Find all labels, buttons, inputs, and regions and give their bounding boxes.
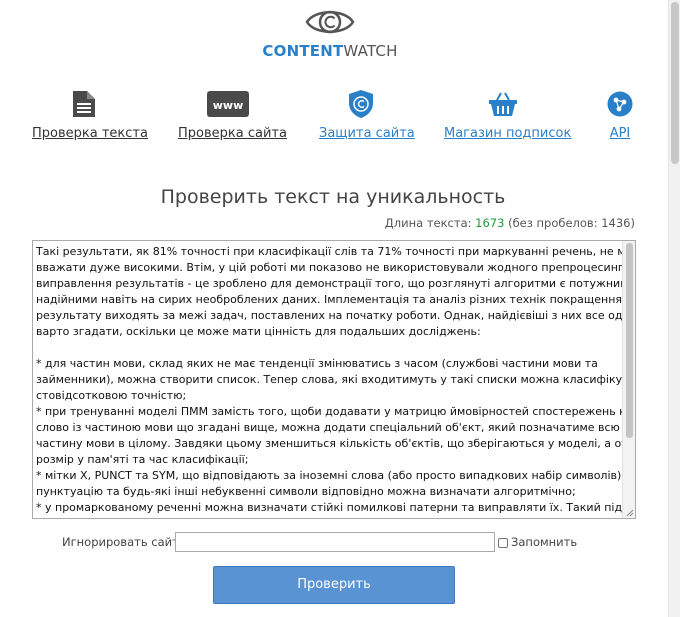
text-length-no-spaces: (без пробелов: 1436) — [508, 216, 635, 230]
svg-text:www: www — [213, 99, 244, 112]
brand-name-part2: WATCH — [343, 42, 398, 60]
www-icon: www — [178, 88, 278, 120]
check-button[interactable]: Проверить — [213, 566, 455, 604]
page-title: Проверить текст на уникальность — [160, 186, 506, 208]
text-line: також дозволяє знайти ці патерни. Втім, … — [36, 516, 621, 518]
brand-name-part1: CONTENT — [262, 42, 344, 60]
text-length-label: Длина текста: — [384, 216, 472, 230]
nav-item-site-protection[interactable]: Защита сайта — [319, 88, 415, 141]
ignore-site-input[interactable] — [175, 532, 495, 552]
resize-handle-icon[interactable] — [624, 507, 634, 517]
text-line: частину мови в цілому. Завдяки цьому зме… — [36, 437, 636, 450]
nav-item-api[interactable]: API — [606, 88, 634, 141]
page-scrollbar-thumb[interactable] — [671, 2, 679, 164]
text-line: пунктуацію та будь-які інші небуквенні с… — [36, 485, 576, 498]
shield-icon — [319, 88, 403, 120]
text-line: * у промаркованому реченні можна визнача… — [36, 501, 636, 514]
text-input-area[interactable]: Такі результати, як 81% точності при кла… — [32, 240, 636, 519]
text-line: займенники), можна створити список. Тепе… — [36, 373, 636, 386]
remember-checkbox[interactable] — [498, 538, 508, 548]
nav-item-text-check[interactable]: Проверка текста — [32, 88, 148, 141]
text-line: слово із частиною мови що згадані вище, … — [36, 421, 620, 434]
text-length-value: 1673 — [475, 216, 505, 230]
text-line: Такі результати, як 81% точності при кла… — [36, 245, 636, 258]
text-line: * мітки X, PUNCT та SYM, що відповідають… — [36, 469, 625, 482]
text-input-scrollbar[interactable] — [622, 241, 635, 518]
text-line: результату виходять за межі задач, поста… — [36, 309, 636, 322]
nav-item-text-check-label: Проверка текста — [32, 126, 148, 141]
document-icon — [32, 88, 136, 120]
nav-item-api-label: API — [609, 126, 631, 141]
remember-label[interactable]: Запомнить — [511, 535, 577, 549]
eye-logo-icon — [305, 10, 355, 34]
text-input-scrollbar-thumb[interactable] — [626, 243, 633, 438]
nav-item-subscription-shop-label: Магазин подписок — [444, 126, 572, 141]
text-line: виправлення результатів - це зроблено дл… — [36, 277, 636, 290]
basket-icon — [444, 88, 562, 120]
logo[interactable] — [0, 6, 660, 38]
text-line: стовідсотковою точністю; — [36, 389, 187, 402]
text-line: * для частин мови, склад яких не має тен… — [36, 357, 598, 370]
text-line: * при тренуванні моделі ПММ замість того… — [36, 405, 636, 418]
api-icon — [606, 88, 634, 120]
ignore-site-row: Игнорировать сайт: Запомнить — [0, 532, 666, 552]
text-line: розмір у пам'яті та час класифікації; — [36, 453, 249, 466]
brand-name: CONTENTWATCH — [0, 42, 660, 60]
nav-item-site-check-label: Проверка сайта — [178, 126, 287, 141]
page-scrollbar[interactable] — [668, 0, 680, 617]
main-nav: Проверка текста www Проверка сайта Защит… — [0, 88, 660, 148]
text-length-info: Длина текста: 1673 (без пробелов: 1436) — [385, 216, 635, 230]
text-line: надійними навіть на сирих необроблених д… — [36, 293, 623, 306]
nav-item-site-check[interactable]: www Проверка сайта — [178, 88, 287, 141]
text-line — [36, 340, 621, 356]
text-line: вважати дуже високими. Втім, у цій робот… — [36, 261, 636, 274]
text-input-content[interactable]: Такі результати, як 81% точності при кла… — [36, 244, 636, 518]
nav-item-site-protection-label: Защита сайта — [319, 126, 415, 141]
nav-item-subscription-shop[interactable]: Магазин подписок — [444, 88, 572, 141]
text-line: варто згадати, оскільки це може мати цін… — [36, 325, 481, 338]
ignore-site-label: Игнорировать сайт: — [62, 535, 183, 549]
